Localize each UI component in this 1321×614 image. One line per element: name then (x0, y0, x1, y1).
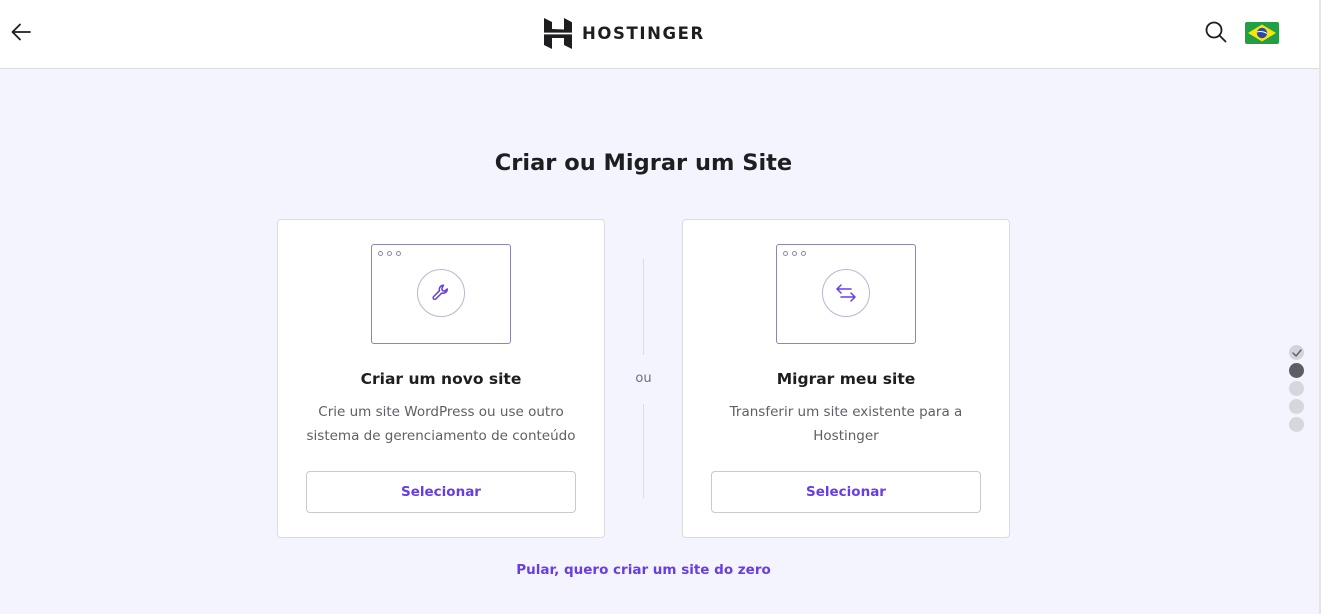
search-button[interactable] (1203, 19, 1229, 45)
hostinger-logo-icon (544, 17, 572, 49)
create-site-card[interactable]: Criar um novo site Crie um site WordPres… (277, 219, 605, 538)
browser-illustration (776, 244, 916, 344)
step-pending (1289, 417, 1304, 432)
icon-circle (417, 269, 465, 317)
divider-or-text: ou (635, 371, 652, 386)
icon-circle (822, 269, 870, 317)
divider-line-top (643, 259, 644, 355)
skip-create-from-scratch-link[interactable]: Pular, quero criar um site do zero (0, 562, 1287, 578)
wrench-icon (432, 284, 449, 301)
brazil-flag-icon (1245, 22, 1279, 44)
logo-text: HOSTINGER (582, 23, 705, 43)
transfer-arrows-icon (836, 284, 856, 302)
divider-line-bottom (643, 404, 644, 498)
step-indicator (1289, 345, 1305, 435)
step-pending (1289, 381, 1304, 396)
window-dots (378, 251, 401, 256)
browser-illustration (371, 244, 511, 344)
back-button[interactable] (8, 18, 34, 46)
select-create-site-button[interactable]: Selecionar (306, 471, 576, 513)
step-current (1289, 363, 1304, 378)
card-description: Crie um site WordPress ou use outro sist… (306, 404, 576, 444)
card-description: Transferir um site existente para a Host… (729, 404, 963, 444)
top-bar: HOSTINGER (0, 0, 1319, 69)
search-icon (1205, 21, 1227, 43)
check-icon (1291, 348, 1302, 357)
window-dots (783, 251, 806, 256)
select-migrate-site-button[interactable]: Selecionar (711, 471, 981, 513)
page-title: Criar ou Migrar um Site (494, 150, 793, 176)
migrate-site-card[interactable]: Migrar meu site Transferir um site exist… (682, 219, 1010, 538)
step-completed (1289, 345, 1304, 360)
hostinger-logo[interactable]: HOSTINGER (544, 17, 705, 49)
card-title: Criar um novo site (360, 370, 522, 388)
language-selector[interactable] (1245, 22, 1279, 44)
arrow-left-icon (11, 23, 31, 41)
step-pending (1289, 399, 1304, 414)
card-title: Migrar meu site (776, 370, 916, 388)
